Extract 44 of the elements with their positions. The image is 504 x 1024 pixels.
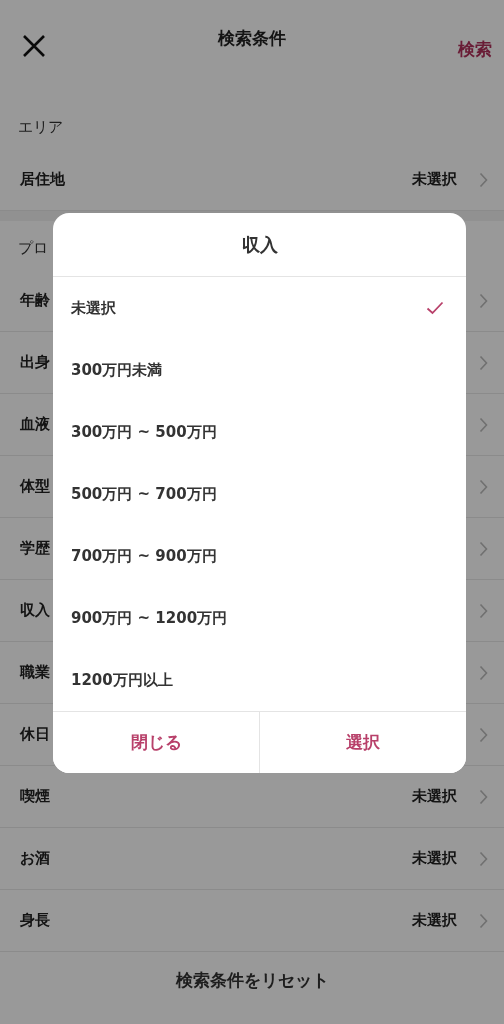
row-label: 血液 [20, 415, 50, 434]
row-value: 未選択 [412, 787, 457, 806]
close-icon[interactable] [22, 34, 46, 58]
chevron-right-icon [479, 292, 488, 309]
option-item[interactable]: 500万円 ~ 700万円 [53, 463, 466, 525]
row-label: 体型 [20, 477, 50, 496]
row-label: 年齢 [20, 291, 50, 310]
row-label: 学歴 [20, 539, 50, 558]
chevron-right-icon [479, 171, 488, 188]
section-heading: プロ [17, 238, 49, 259]
chevron-right-icon [479, 850, 488, 867]
chevron-right-icon [479, 912, 488, 929]
chevron-right-icon [479, 354, 488, 371]
chevron-right-icon [479, 602, 488, 619]
chevron-right-icon [479, 416, 488, 433]
search-button[interactable]: 検索 [458, 38, 492, 60]
option-item[interactable]: 1200万円以上 [53, 649, 466, 711]
select-button[interactable]: 選択 [259, 712, 466, 773]
row-label: 職業 [20, 663, 50, 682]
chevron-right-icon [479, 540, 488, 557]
row-value: 未選択 [412, 849, 457, 868]
row-label: 出身 [20, 353, 50, 372]
chevron-right-icon [479, 664, 488, 681]
row-label: 収入 [20, 601, 50, 620]
chevron-right-icon [479, 788, 488, 805]
list-row[interactable]: 居住地 未選択 [0, 149, 504, 211]
row-value: 未選択 [412, 911, 457, 930]
row-label: お酒 [20, 849, 50, 868]
row-value: 未選択 [412, 170, 457, 189]
section-heading: エリア [17, 117, 64, 138]
chevron-right-icon [479, 726, 488, 743]
page-title: 検索条件 [218, 27, 286, 49]
option-item[interactable]: 300万円 ~ 500万円 [53, 401, 466, 463]
row-label: 休日 [20, 725, 50, 744]
option-item[interactable]: 未選択 [53, 277, 466, 339]
list-row[interactable]: お酒 未選択 [0, 828, 504, 890]
option-item[interactable]: 300万円未満 [53, 339, 466, 401]
row-label: 喫煙 [20, 787, 50, 806]
row-label: 居住地 [20, 170, 65, 189]
option-item[interactable]: 900万円 ~ 1200万円 [53, 587, 466, 649]
option-item[interactable]: 700万円 ~ 900万円 [53, 525, 466, 587]
chevron-right-icon [479, 478, 488, 495]
row-label: 身長 [20, 911, 50, 930]
dialog-title: 収入 [53, 213, 466, 277]
